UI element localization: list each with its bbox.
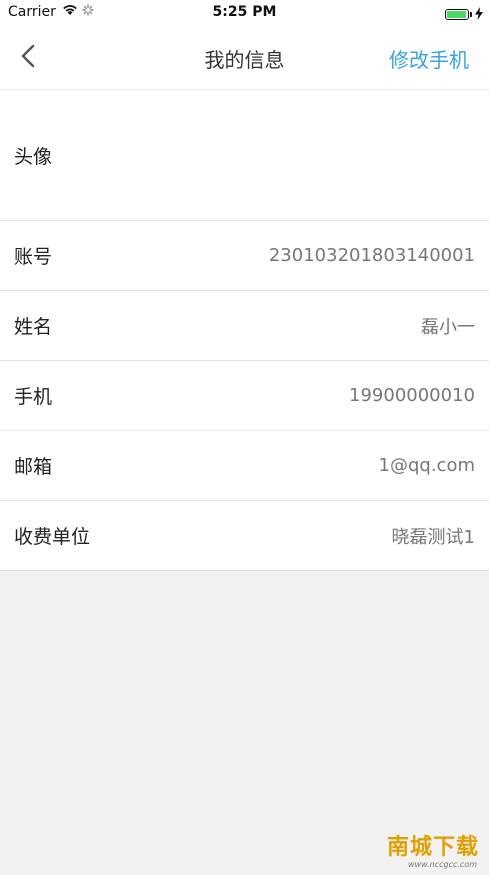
avatar-row[interactable]: 头像: [0, 90, 489, 221]
charging-bolt-icon: [475, 5, 483, 24]
change-phone-button[interactable]: 修改手机: [389, 44, 469, 73]
name-value: 磊小一: [421, 316, 475, 338]
name-row: 姓名 磊小一: [0, 291, 489, 361]
email-label: 邮箱: [14, 456, 53, 478]
billing-unit-value: 晓磊测试1: [391, 526, 475, 548]
watermark-logo: 南城下载 www.nccgcc.com: [364, 829, 479, 869]
info-list: 头像 账号 230103201803140001 姓名 磊小一 手机 19900…: [0, 90, 489, 571]
avatar-label: 头像: [14, 145, 53, 168]
name-label: 姓名: [14, 316, 53, 338]
status-bar: Carrier 5:25 PM: [0, 0, 489, 26]
status-time: 5:25 PM: [212, 4, 277, 20]
watermark-text: 南城下载: [386, 835, 479, 860]
billing-unit-row: 收费单位 晓磊测试1: [0, 501, 489, 571]
email-value: 1@qq.com: [378, 455, 475, 476]
phone-row: 手机 19900000010: [0, 361, 489, 431]
watermark-url: www.nccgcc.com: [407, 860, 477, 869]
battery-icon: [445, 9, 469, 20]
account-value: 230103201803140001: [268, 245, 475, 266]
nav-bar: 我的信息 修改手机: [0, 26, 489, 90]
status-right: [445, 5, 483, 24]
billing-unit-label: 收费单位: [14, 526, 91, 548]
account-row: 账号 230103201803140001: [0, 221, 489, 291]
phone-label: 手机: [14, 386, 53, 408]
phone-value: 19900000010: [349, 385, 475, 406]
email-row: 邮箱 1@qq.com: [0, 431, 489, 501]
battery-tip: [470, 12, 472, 17]
battery-fill: [447, 11, 466, 18]
account-label: 账号: [14, 246, 53, 268]
